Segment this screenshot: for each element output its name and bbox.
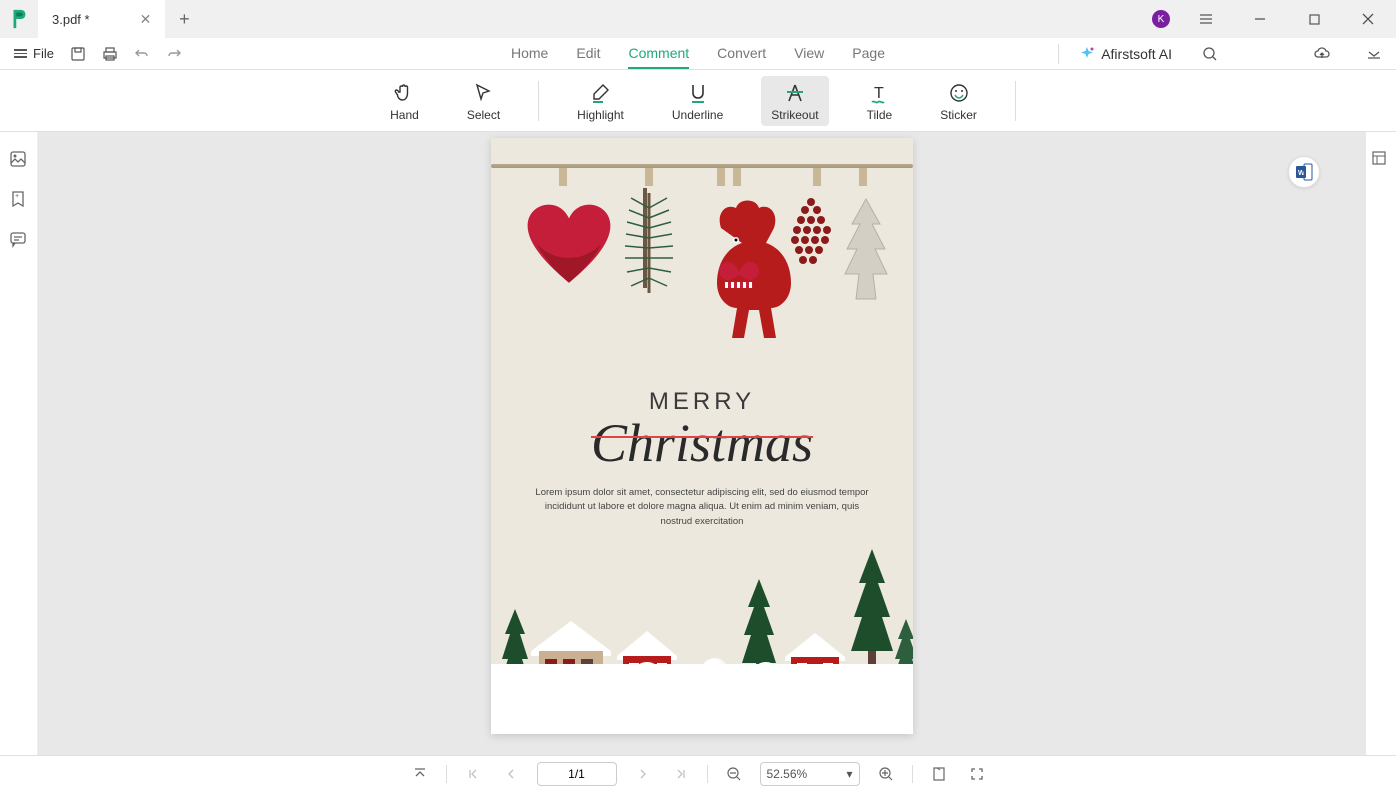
tool-highlight-label: Highlight bbox=[577, 108, 624, 122]
new-tab-button[interactable]: + bbox=[165, 9, 203, 30]
left-sidebar: + bbox=[0, 132, 38, 755]
tool-hand[interactable]: Hand bbox=[380, 76, 429, 126]
main-area: + bbox=[0, 132, 1396, 755]
toolbar-separator bbox=[538, 81, 539, 121]
tool-strikeout-label: Strikeout bbox=[771, 108, 818, 122]
user-avatar[interactable]: K bbox=[1152, 10, 1170, 28]
tool-select-label: Select bbox=[467, 108, 500, 122]
first-page-icon[interactable] bbox=[461, 762, 485, 786]
heart-ornament bbox=[523, 200, 615, 292]
comment-toolbar: Hand Select Highlight Underline Strikeou… bbox=[0, 70, 1396, 132]
zoom-in-icon[interactable] bbox=[874, 762, 898, 786]
card-body-text: Lorem ipsum dolor sit amet, consectetur … bbox=[491, 474, 913, 529]
pdf-page: MERRY Christmas Lorem ipsum dolor sit am… bbox=[491, 138, 913, 734]
tab-title: 3.pdf * bbox=[52, 12, 90, 27]
zoom-value: 52.56% bbox=[767, 767, 808, 781]
thumbnails-icon[interactable] bbox=[9, 150, 29, 170]
berries-ornament bbox=[787, 188, 837, 278]
document-tab[interactable]: 3.pdf * ✕ bbox=[38, 0, 165, 38]
svg-text:+: + bbox=[15, 193, 19, 200]
minimize-button[interactable] bbox=[1242, 1, 1278, 37]
save-icon[interactable] bbox=[64, 40, 92, 68]
svg-text:T: T bbox=[874, 85, 884, 102]
statusbar: 52.56% ▾ bbox=[0, 755, 1396, 791]
sparkle-icon bbox=[1079, 46, 1095, 62]
tab-comment[interactable]: Comment bbox=[628, 39, 689, 69]
menubar: File Home Edit Comment Convert View Page… bbox=[0, 38, 1396, 70]
zoom-out-icon[interactable] bbox=[722, 762, 746, 786]
tab-view[interactable]: View bbox=[794, 39, 824, 69]
tool-underline[interactable]: Underline bbox=[662, 76, 733, 126]
tab-home[interactable]: Home bbox=[511, 39, 548, 69]
next-page-icon[interactable] bbox=[631, 762, 655, 786]
bookmark-icon[interactable]: + bbox=[9, 190, 29, 210]
tool-hand-label: Hand bbox=[390, 108, 419, 122]
scroll-top-icon[interactable] bbox=[408, 762, 432, 786]
toolbar-separator bbox=[1015, 81, 1016, 121]
pine-branch-ornament bbox=[621, 188, 681, 298]
titlebar: 3.pdf * ✕ + K bbox=[0, 0, 1396, 38]
tool-select[interactable]: Select bbox=[457, 76, 510, 126]
print-icon[interactable] bbox=[96, 40, 124, 68]
chevron-down-icon: ▾ bbox=[846, 767, 852, 781]
redo-icon[interactable] bbox=[160, 40, 188, 68]
undo-icon[interactable] bbox=[128, 40, 156, 68]
close-tab-icon[interactable]: ✕ bbox=[140, 11, 152, 28]
tab-page[interactable]: Page bbox=[852, 39, 885, 69]
close-window-button[interactable] bbox=[1350, 1, 1386, 37]
main-tabs: Home Edit Comment Convert View Page bbox=[511, 39, 885, 69]
search-icon[interactable] bbox=[1196, 40, 1224, 68]
zoom-select[interactable]: 52.56% ▾ bbox=[760, 762, 860, 786]
file-label: File bbox=[33, 46, 54, 61]
tool-strikeout[interactable]: Strikeout bbox=[761, 76, 828, 126]
ai-label: Afirstsoft AI bbox=[1101, 46, 1172, 62]
card-title-christmas: Christmas bbox=[591, 412, 813, 474]
properties-icon[interactable] bbox=[1371, 150, 1391, 170]
ai-button[interactable]: Afirstsoft AI bbox=[1079, 46, 1172, 62]
tool-tilde-label: Tilde bbox=[867, 108, 893, 122]
export-word-button[interactable]: W bbox=[1288, 156, 1320, 188]
page-input[interactable] bbox=[537, 762, 617, 786]
cloud-icon[interactable] bbox=[1308, 40, 1336, 68]
fullscreen-icon[interactable] bbox=[965, 762, 989, 786]
file-menu[interactable]: File bbox=[8, 46, 60, 61]
tree-ornament bbox=[837, 194, 895, 304]
tab-convert[interactable]: Convert bbox=[717, 39, 766, 69]
prev-page-icon[interactable] bbox=[499, 762, 523, 786]
right-sidebar bbox=[1366, 132, 1396, 755]
comments-panel-icon[interactable] bbox=[9, 230, 29, 250]
document-canvas[interactable]: MERRY Christmas Lorem ipsum dolor sit am… bbox=[38, 132, 1366, 755]
tool-sticker[interactable]: Sticker bbox=[930, 76, 987, 126]
maximize-button[interactable] bbox=[1296, 1, 1332, 37]
collapse-icon[interactable] bbox=[1360, 40, 1388, 68]
last-page-icon[interactable] bbox=[669, 762, 693, 786]
tool-highlight[interactable]: Highlight bbox=[567, 76, 634, 126]
village-scene bbox=[491, 564, 913, 734]
moose-ornament bbox=[681, 198, 801, 358]
fit-page-icon[interactable] bbox=[927, 762, 951, 786]
app-logo bbox=[0, 0, 38, 38]
hamburger-icon[interactable] bbox=[1188, 1, 1224, 37]
tool-tilde[interactable]: T Tilde bbox=[857, 76, 903, 126]
tool-sticker-label: Sticker bbox=[940, 108, 977, 122]
tool-underline-label: Underline bbox=[672, 108, 723, 122]
tab-edit[interactable]: Edit bbox=[576, 39, 600, 69]
